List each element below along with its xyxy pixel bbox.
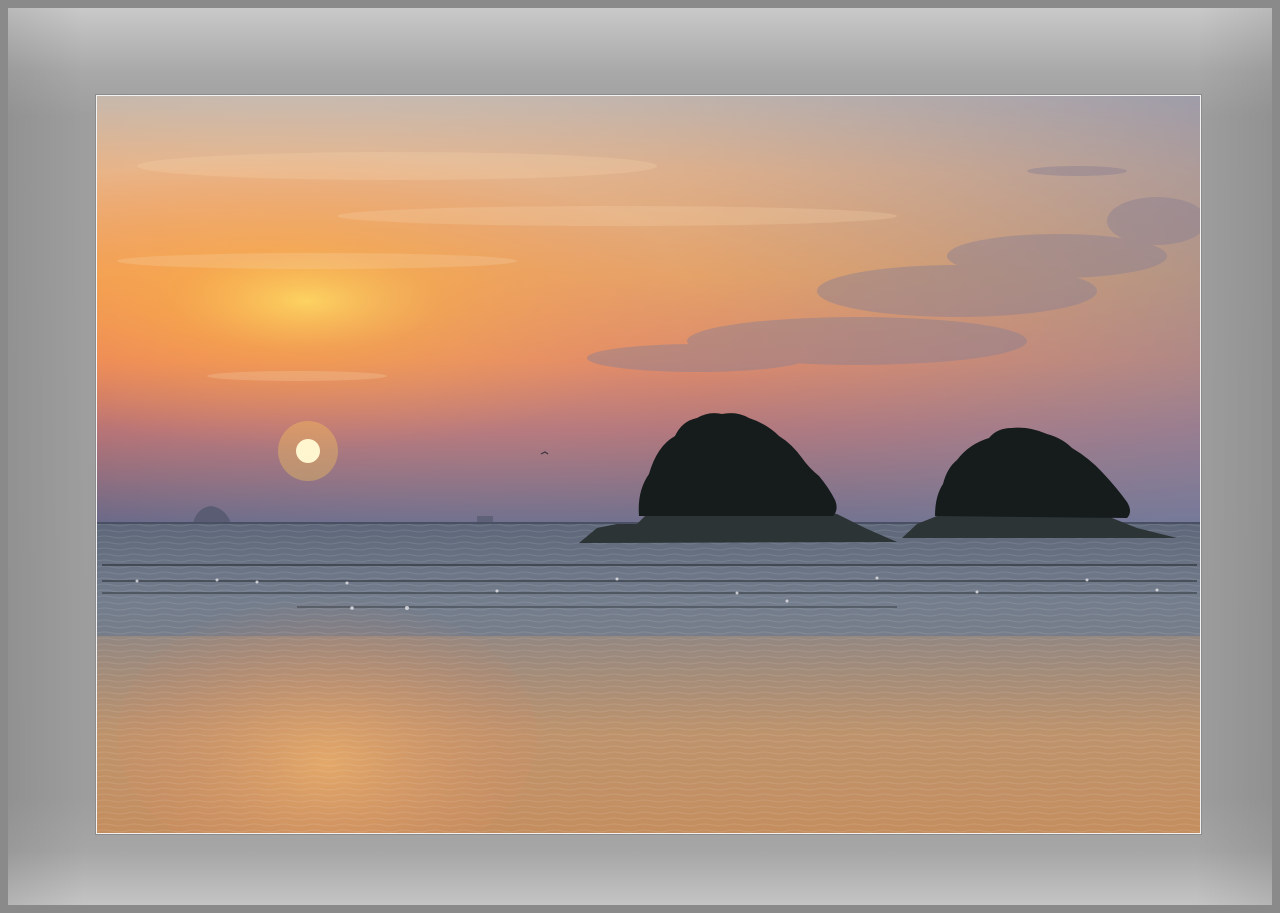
picture-frame (0, 0, 1280, 913)
sunset-photo (96, 95, 1201, 834)
sunset-scene (97, 96, 1200, 833)
distant-ship (477, 516, 493, 522)
sun (296, 439, 320, 463)
ripples (97, 523, 1200, 833)
